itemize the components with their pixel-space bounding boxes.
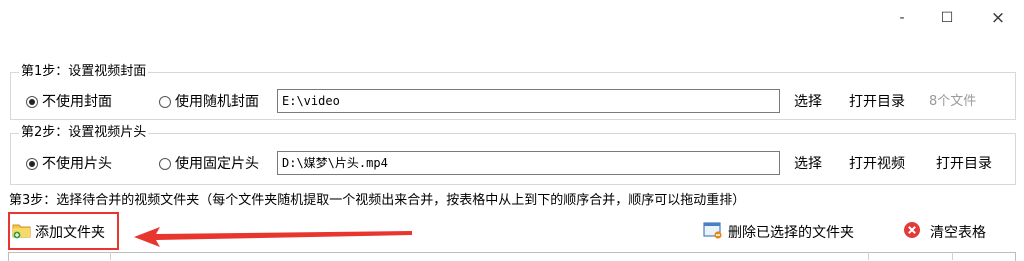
intro-path-input[interactable]: D:\媒梦\片头.mp4 bbox=[277, 151, 780, 175]
radio-random-cover[interactable]: 使用随机封面 bbox=[159, 92, 259, 112]
cover-open-dir-button[interactable]: 打开目录 bbox=[843, 89, 911, 115]
clear-table-label: 清空表格 bbox=[930, 225, 986, 241]
minimize-button[interactable]: - bbox=[887, 6, 917, 30]
clear-icon bbox=[903, 221, 921, 243]
maximize-button[interactable]: ☐ bbox=[932, 6, 962, 30]
close-button[interactable]: × bbox=[983, 6, 1013, 30]
intro-open-video-button[interactable]: 打开视频 bbox=[843, 151, 911, 177]
remove-selected-button[interactable]: 删除已选择的文件夹 bbox=[703, 218, 854, 246]
arrow-left-icon bbox=[134, 227, 412, 247]
radio-checked-icon bbox=[26, 158, 38, 170]
table-column-separator bbox=[952, 252, 953, 260]
radio-random-cover-label: 使用随机封面 bbox=[175, 94, 259, 110]
step2-title: 第2步：设置视频片头 bbox=[19, 124, 149, 142]
radio-unchecked-icon bbox=[159, 96, 171, 108]
highlight-box bbox=[8, 212, 119, 250]
remove-folder-icon bbox=[703, 221, 723, 243]
radio-no-intro[interactable]: 不使用片头 bbox=[26, 154, 112, 174]
cover-select-button[interactable]: 选择 bbox=[788, 89, 828, 115]
table-column-separator bbox=[868, 252, 869, 260]
radio-no-intro-label: 不使用片头 bbox=[42, 156, 112, 172]
clear-table-button[interactable]: 清空表格 bbox=[903, 218, 986, 246]
remove-selected-label: 删除已选择的文件夹 bbox=[728, 225, 854, 241]
radio-no-cover-label: 不使用封面 bbox=[42, 94, 112, 110]
step1-title: 第1步：设置视频封面 bbox=[19, 63, 149, 81]
radio-fixed-intro-label: 使用固定片头 bbox=[175, 156, 259, 172]
intro-open-dir-button[interactable]: 打开目录 bbox=[930, 151, 998, 177]
radio-no-cover[interactable]: 不使用封面 bbox=[26, 92, 112, 112]
table-column-separator bbox=[110, 252, 111, 260]
radio-unchecked-icon bbox=[159, 158, 171, 170]
radio-fixed-intro[interactable]: 使用固定片头 bbox=[159, 154, 259, 174]
cover-file-count: 8个文件 bbox=[929, 94, 977, 109]
step3-title: 第3步：选择待合并的视频文件夹（每个文件夹随机提取一个视频出来合并，按表格中从上… bbox=[9, 193, 746, 208]
intro-select-button[interactable]: 选择 bbox=[788, 151, 828, 177]
cover-path-input[interactable]: E:\video bbox=[277, 89, 780, 113]
radio-checked-icon bbox=[26, 96, 38, 108]
